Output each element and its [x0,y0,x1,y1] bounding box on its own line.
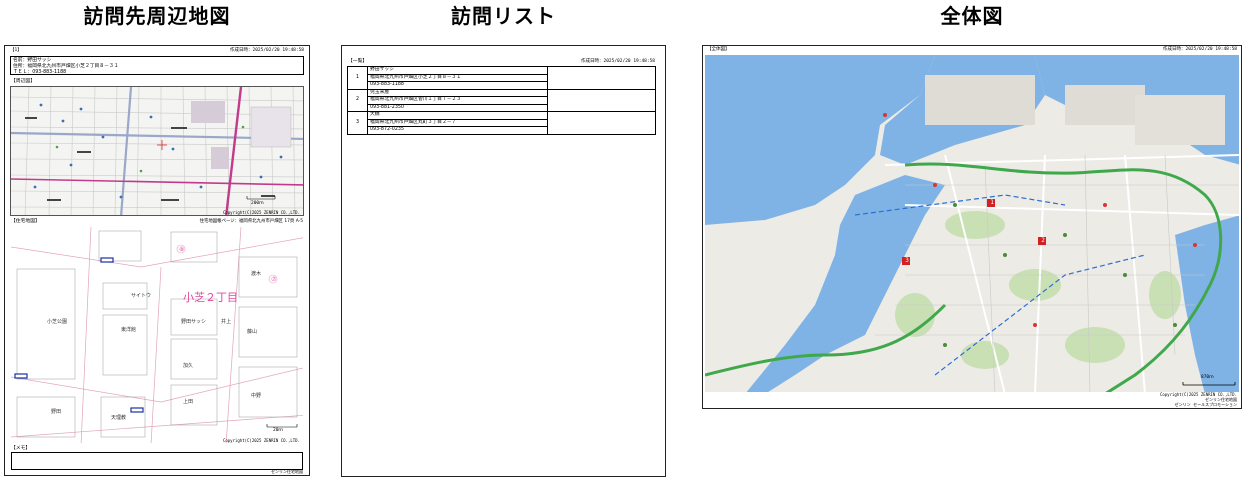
page-number: 【1】 [10,48,22,53]
row-note-cell [547,66,656,90]
memo-box [11,452,303,470]
house-map: ⑧ ⑦ 小芝公園 サイトウ 東洋館 野田サッシ 井上 藤山 加久 上田 野田 天… [10,226,304,444]
area-map: 200ｍ Copyright(C)2025 ZENRIN CO.,LTD. [10,86,304,216]
row-tel: 093-883-1188 [367,81,548,90]
row-tel: 093-872-0235 [367,126,548,135]
overall-section-label: 【全体図】 [707,47,730,52]
house-map-scale: 20ｍ [273,428,283,433]
row-note-cell [547,88,656,112]
house-map-graphic: ⑧ ⑦ 小芝公園 サイトウ 東洋館 野田サッシ 井上 藤山 加久 上田 野田 天… [11,227,303,443]
visit-marker-1-label: 1 [990,199,994,206]
row-number: 2 [347,88,368,112]
table-row: 1 野田サッシ [347,66,656,90]
customer-info-box: 名前：野田サッシ 住所：福岡県北九州市戸畑区小芝２丁目８－３１ ＴＥＬ：093-… [10,56,304,75]
customer-tel: ＴＥＬ：093-883-1188 [13,70,67,75]
row-name: 大橋 [367,111,548,120]
sheet1-footer: ゼンリン住宅地図 [271,469,303,474]
overall-created-timestamp: 作成日時：2025/02/20 19:48:58 [1163,47,1237,52]
row-address: 福岡県北九州市戸畑区菅川１丁目７－２３ [367,96,548,105]
visit-marker-3-label: 3 [905,257,909,264]
created-timestamp: 作成日時：2025/02/20 19:48:58 [230,48,304,53]
visit-marker-2-label: 2 [1041,237,1045,244]
house-map-copyright: Copyright(C)2025 ZENRIN CO.,LTD. [222,438,300,443]
area-map-graphic [11,87,303,215]
visit-area-map-sheet: 【1】 作成日時：2025/02/20 19:48:58 名前：野田サッシ 住所… [4,45,310,476]
svg-text:小芝公園: 小芝公園 [47,318,67,325]
svg-text:井上: 井上 [221,318,231,325]
table-row: 3 大橋 [347,111,656,135]
house-map-page-ref: 住宅地図帳ページ：福岡県北九州市戸畑区 17頁 A-5 [199,219,303,224]
title-visit-area-map: 訪問先周辺地図 [83,4,231,28]
row-address: 福岡県北九州市戸畑区丸町３丁目２－７ [367,118,548,127]
district-name-label: 小芝２丁目 [183,291,238,304]
svg-text:東洋館: 東洋館 [121,326,136,333]
table-row: 2 児玉米屋 [347,88,656,112]
row-address: 福岡県北九州市戸畑区小芝２丁目８－３１ [367,73,548,82]
row-name: 野田サッシ [367,66,548,75]
area-map-copyright: Copyright(C)2025 ZENRIN CO.,LTD. [222,210,300,215]
row-tel: 093-881-2350 [367,103,548,112]
svg-text:⑧: ⑧ [179,246,184,253]
svg-text:中野: 中野 [251,392,261,399]
visit-list-table: 1 野田サッシ 福岡県北九州市戸畑区小芝２丁目８－３１ 093-883-1188… [347,66,656,135]
area-map-scale: 200ｍ [251,201,264,206]
svg-text:サイトウ: サイトウ [131,292,151,299]
svg-text:渡木: 渡木 [251,270,261,277]
overall-map-sheet: 【全体図】 作成日時：2025/02/20 19:48:58 1 2 3 870… [702,45,1242,409]
house-map-section-label: 【住宅地図】 [11,219,40,224]
visit-list-sheet: 【一覧】 作成日時：2025/02/20 19:48:58 1 野田サッシ 福岡… [341,45,666,477]
title-overall-map: 全体図 [940,4,1004,28]
list-created-timestamp: 作成日時：2025/02/20 19:48:58 [581,59,655,64]
row-number: 1 [347,66,368,90]
svg-text:上田: 上田 [183,398,193,405]
overall-footer: ゼンリン セールスプロモーション [1174,402,1237,407]
row-number: 3 [347,111,368,135]
overall-map-graphic [705,55,1239,392]
overall-map: 1 2 3 870ｍ [705,55,1239,392]
svg-text:藤山: 藤山 [247,328,257,335]
svg-text:⑦: ⑦ [271,276,277,283]
row-name: 児玉米屋 [367,88,548,97]
list-section-label: 【一覧】 [348,59,368,64]
svg-text:野田サッシ: 野田サッシ [181,318,206,325]
svg-text:野田: 野田 [51,408,61,415]
row-note-cell [547,111,656,135]
area-map-section-label: 【周辺図】 [11,79,35,84]
svg-text:加久: 加久 [183,362,193,369]
title-visit-list: 訪問リスト [451,4,556,28]
overall-map-scale: 870ｍ [1201,375,1214,380]
svg-text:天理教: 天理教 [111,414,126,421]
